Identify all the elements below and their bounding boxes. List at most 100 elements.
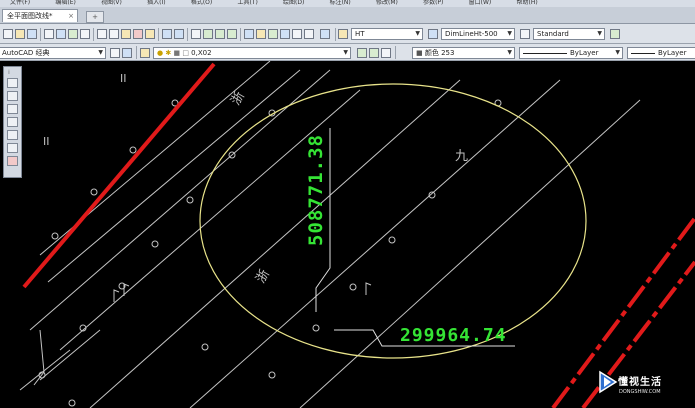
red-boundary-line <box>22 62 216 289</box>
quickcalc-icon[interactable] <box>304 29 314 39</box>
close-panel-icon[interactable] <box>7 156 18 166</box>
lineweight-value: ByLayer <box>658 49 687 57</box>
open-folder-icon[interactable] <box>15 29 25 39</box>
map-label-ii: II <box>43 135 50 148</box>
layer-color-icon: □ <box>182 49 189 57</box>
print-icon[interactable] <box>44 29 54 39</box>
sheet-set-icon[interactable] <box>280 29 290 39</box>
document-tab[interactable]: 全平面图改线* × <box>2 9 78 22</box>
map-label-zhe: 浙 <box>228 89 247 108</box>
toolbar-separator <box>93 28 94 41</box>
plot-icon[interactable] <box>7 104 18 114</box>
watermark-url: DONGSHIW.COM <box>619 389 661 395</box>
chevron-down-icon: ▼ <box>507 49 512 56</box>
match-properties-icon[interactable] <box>133 29 143 39</box>
layer-state-icon[interactable] <box>381 48 391 58</box>
watermark-logo <box>599 370 618 394</box>
new-file-icon[interactable] <box>3 29 13 39</box>
menu-window[interactable]: 窗口(W) <box>469 0 492 6</box>
sun-icon: ✱ <box>165 49 172 57</box>
chevron-down-icon: ▼ <box>615 49 620 56</box>
save-icon[interactable] <box>27 29 37 39</box>
text-style-select[interactable]: HT ▼ <box>351 28 423 40</box>
survey-flags <box>113 282 372 302</box>
map-label-zhe: 浙 <box>253 267 272 286</box>
drawing-canvas[interactable]: 508771.38 299964.74 浙 浙 九 II II <box>0 61 695 408</box>
chevron-down-icon: ▼ <box>98 49 103 56</box>
workspace-select[interactable]: AutoCAD 经典 ▼ <box>0 47 106 59</box>
markup-icon[interactable] <box>292 29 302 39</box>
measure-icon[interactable] <box>7 130 18 140</box>
zoom-previous-icon[interactable] <box>227 29 237 39</box>
menu-modify[interactable]: 修改(M) <box>376 0 398 6</box>
redo-icon[interactable] <box>174 29 184 39</box>
road-line <box>39 329 101 381</box>
menu-dimension[interactable]: 标注(N) <box>330 0 351 6</box>
close-icon[interactable]: × <box>68 10 74 23</box>
dim-style-select[interactable]: DimLineHt-500 ▼ <box>441 28 515 40</box>
zoom-realtime-icon[interactable] <box>203 29 213 39</box>
linetype-select[interactable]: ByLayer ▼ <box>519 47 623 59</box>
layer-properties-icon[interactable] <box>140 48 150 58</box>
text-style-icon[interactable] <box>338 29 348 39</box>
menu-view[interactable]: 视图(V) <box>101 0 122 6</box>
copy-icon[interactable] <box>109 29 119 39</box>
layer-previous-icon[interactable] <box>369 48 379 58</box>
lineweight-select[interactable]: ByLayer <box>627 47 695 59</box>
multileader-style-icon[interactable] <box>610 29 620 39</box>
survey-flag <box>113 289 120 302</box>
calculator-icon[interactable] <box>7 143 18 153</box>
toolbar-separator <box>40 28 41 41</box>
tool-palette: ⁞ <box>3 66 22 178</box>
coord-x-text[interactable]: 299964.74 <box>400 325 507 346</box>
table-style-select[interactable]: Standard ▼ <box>533 28 605 40</box>
pan-icon[interactable] <box>191 29 201 39</box>
coordinate-leaders <box>315 128 515 347</box>
menu-draw[interactable]: 绘图(D) <box>283 0 304 6</box>
3d-dwf-icon[interactable] <box>80 29 90 39</box>
paste-icon[interactable] <box>121 29 131 39</box>
menu-tools[interactable]: 工具(T) <box>237 0 257 6</box>
table-style-icon[interactable] <box>520 29 530 39</box>
cut-icon[interactable] <box>97 29 107 39</box>
workspace-settings-icon[interactable] <box>110 48 120 58</box>
road-line <box>47 69 301 283</box>
publish-icon[interactable] <box>68 29 78 39</box>
layer-select[interactable]: ● ✱ ■ □ 0,X02 ▼ <box>153 47 351 59</box>
save-icon[interactable] <box>7 117 18 127</box>
plot-preview-icon[interactable] <box>56 29 66 39</box>
dimension-style-icon[interactable] <box>428 29 438 39</box>
orbit-icon[interactable] <box>7 78 18 88</box>
customize-icon[interactable] <box>122 48 132 58</box>
menu-file[interactable]: 文件(F) <box>10 0 30 6</box>
point-marker <box>388 236 396 244</box>
menu-insert[interactable]: 插入(I) <box>147 0 165 6</box>
tool-palettes-icon[interactable] <box>268 29 278 39</box>
text-style-value: HT <box>355 30 365 38</box>
block-editor-icon[interactable] <box>145 29 155 39</box>
help-icon[interactable] <box>320 29 330 39</box>
menu-help[interactable]: 帮助(H) <box>517 0 538 6</box>
menu-format[interactable]: 格式(O) <box>191 0 212 6</box>
document-tab-label: 全平面图改线* <box>7 12 53 20</box>
menu-parametric[interactable]: 参数(P) <box>423 0 443 6</box>
linetype-sample <box>523 53 567 54</box>
toolbar-separator <box>158 28 159 41</box>
road-line <box>189 79 561 408</box>
color-select[interactable]: ■ 颜色 253 ▼ <box>412 47 515 59</box>
point-marker <box>349 283 357 291</box>
zoom-icon[interactable] <box>7 91 18 101</box>
palette-grip[interactable]: ⁞ <box>8 69 10 76</box>
new-tab-button[interactable]: + <box>86 11 104 23</box>
toolbar-separator <box>395 46 396 59</box>
coord-y-text[interactable]: 508771.38 <box>305 134 327 246</box>
menu-edit[interactable]: 编辑(E) <box>55 0 75 6</box>
undo-icon[interactable] <box>162 29 172 39</box>
zoom-window-icon[interactable] <box>215 29 225 39</box>
properties-icon[interactable] <box>244 29 254 39</box>
chevron-down-icon: ▼ <box>415 30 420 37</box>
make-current-layer-icon[interactable] <box>357 48 367 58</box>
properties-toolbar: AutoCAD 经典 ▼ ● ✱ ■ □ 0,X02 ▼ ■ 颜色 253 ▼ … <box>0 44 695 61</box>
point-marker <box>51 232 59 240</box>
design-center-icon[interactable] <box>256 29 266 39</box>
